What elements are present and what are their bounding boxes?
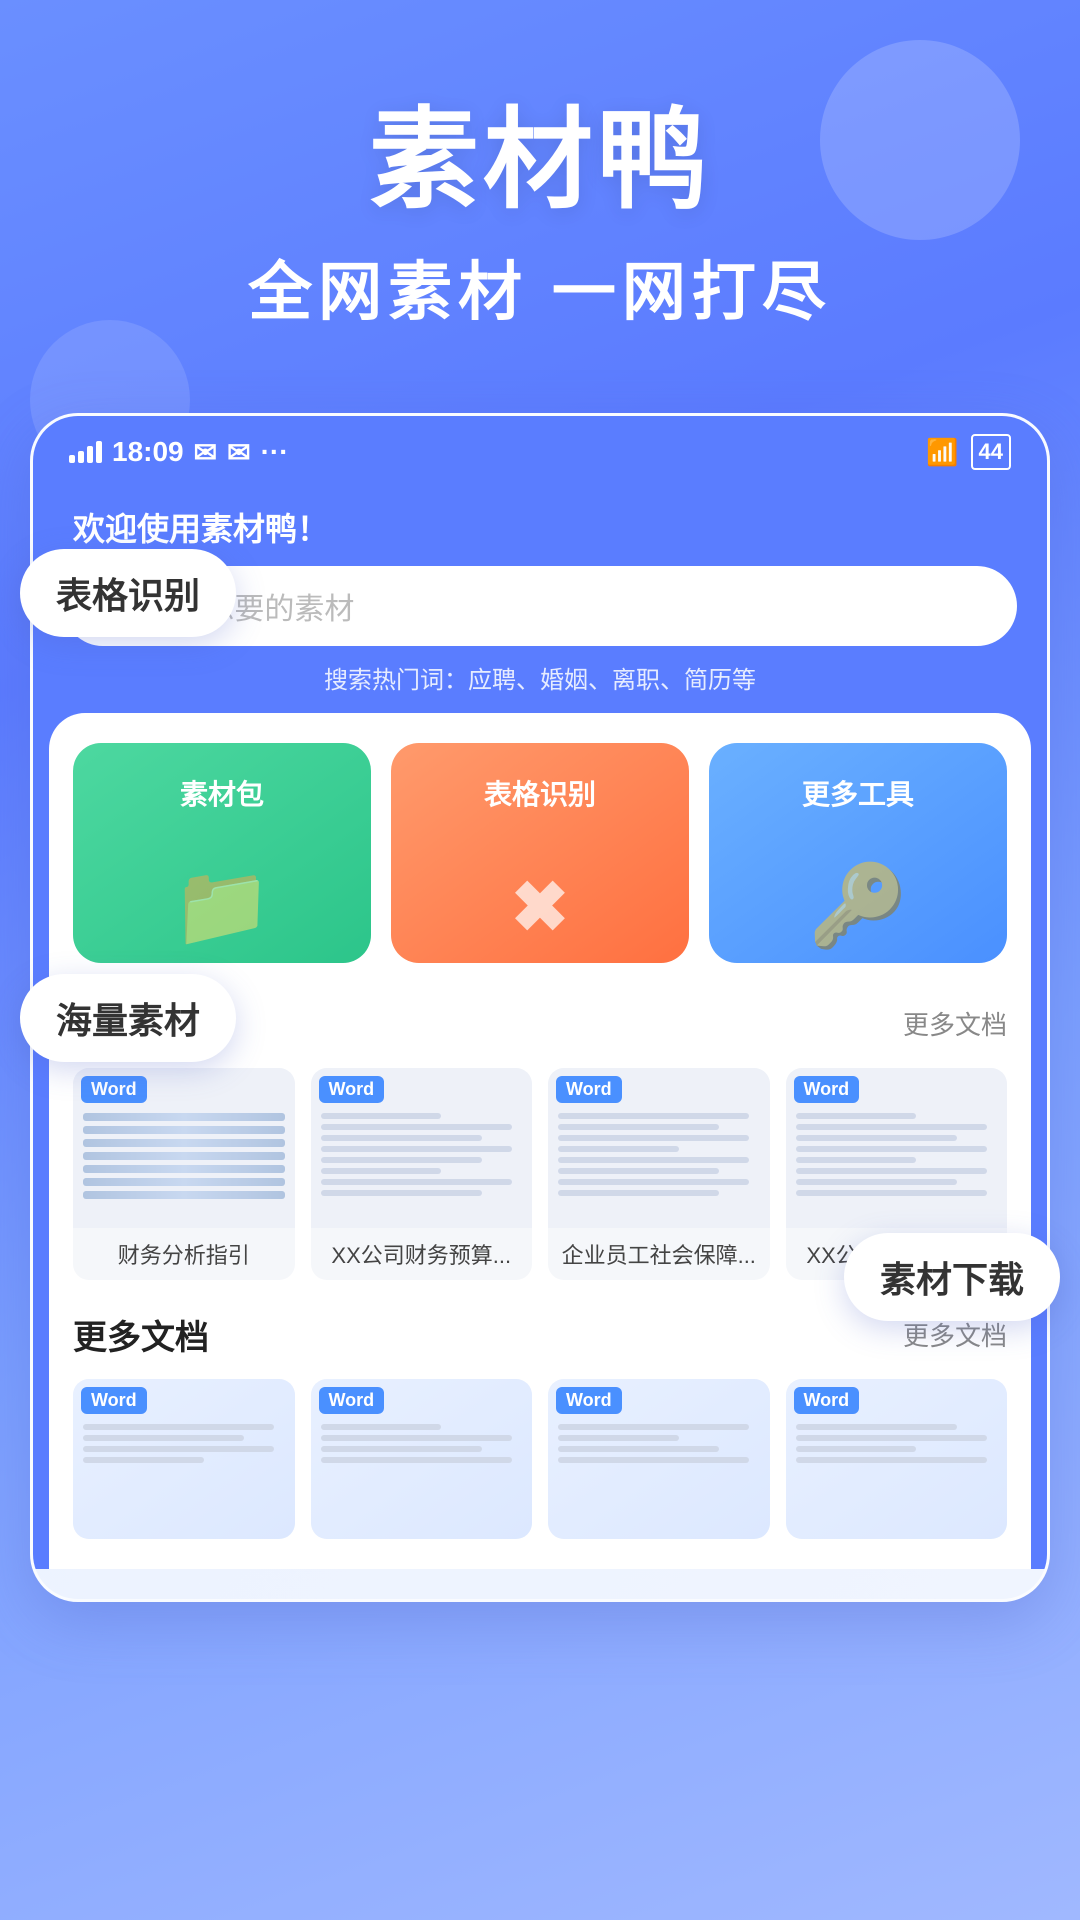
app-tagline: 全网素材 一网打尽 [60,241,1020,333]
more-word-badge-1: Word [81,1387,147,1414]
signal-icon [69,441,102,463]
wifi-icon: 📶 [926,437,958,468]
more-doc-thumbnail-3: Word [548,1379,770,1539]
doc-item-3[interactable]: Word 企业员工 [548,1068,770,1280]
doc-thumbnail-3: Word [548,1068,770,1228]
doc-item-1[interactable]: Word 财务分析指引 [73,1068,295,1280]
material-download-bubble: 素材下载 [844,1233,1060,1321]
word-badge-4: Word [794,1076,860,1103]
doc-thumbnail-2: Word [311,1068,533,1228]
doc-name-3: 企业员工社会保障... [548,1228,770,1280]
status-right: 📶 44 [926,434,1011,470]
feature-grid: 素材包 📁 表格识别 ✖ 更多工具 🔑 [73,743,1007,963]
more-doc-thumbnail-2: Word [311,1379,533,1539]
table-icon: ✖ [511,866,570,948]
doc-item-2[interactable]: Word XX公司 [311,1068,533,1280]
doc-thumbnail-4: Word [786,1068,1008,1228]
more-docs-grid: Word Word [73,1379,1007,1539]
feature-table-recognition-label: 表格识别 [484,773,596,813]
more-doc-thumbnail-1: Word [73,1379,295,1539]
email-icon: ✉ [194,436,217,469]
hero-section: 素材鸭 全网素材 一网打尽 [0,0,1080,373]
feature-more-tools-label: 更多工具 [802,773,914,813]
search-hot-keywords: 搜索热门词：应聘、婚姻、离职、简历等 [33,646,1047,713]
more-doc-item-2[interactable]: Word [311,1379,533,1539]
status-bar: 18:09 ✉ ✉ ··· 📶 44 [33,416,1047,480]
main-card: 素材包 📁 表格识别 ✖ 更多工具 🔑 免费文档 更多文档 [49,713,1031,1569]
doc-name-1: 财务分析指引 [73,1228,295,1280]
more-docs-section: 更多文档 更多文档 Word [73,1310,1007,1539]
more-docs-title: 更多文档 [73,1310,209,1359]
feature-material-pack[interactable]: 素材包 📁 [73,743,371,963]
mass-material-bubble: 海量素材 [20,974,236,1062]
free-docs-more[interactable]: 更多文档 [903,1005,1007,1042]
more-docs-header: 更多文档 更多文档 [73,1310,1007,1359]
more-docs-more[interactable]: 更多文档 [903,1316,1007,1353]
more-word-badge-4: Word [794,1387,860,1414]
status-left: 18:09 ✉ ✉ ··· [69,436,289,469]
more-doc-item-4[interactable]: Word [786,1379,1008,1539]
word-badge-1: Word [81,1076,147,1103]
email-icon-2: ✉ [227,436,250,469]
battery-indicator: 44 [971,434,1011,470]
status-time: 18:09 [112,436,184,468]
more-doc-thumbnail-4: Word [786,1379,1008,1539]
tools-icon: 🔑 [808,859,908,953]
search-input[interactable]: 搜索想要的素材 [144,584,987,628]
feature-table-recognition[interactable]: 表格识别 ✖ [391,743,689,963]
dots-icon: ··· [261,436,289,468]
word-badge-2: Word [319,1076,385,1103]
feature-material-pack-label: 素材包 [180,773,264,813]
feature-more-tools[interactable]: 更多工具 🔑 [709,743,1007,963]
more-doc-item-1[interactable]: Word [73,1379,295,1539]
table-recognition-bubble: 表格识别 [20,549,236,637]
phone-mockup-wrapper: 表格识别 素材下载 海量素材 18:09 ✉ ✉ ··· 📶 44 [30,413,1050,1602]
more-word-badge-3: Word [556,1387,622,1414]
doc-name-2: XX公司财务预算... [311,1228,533,1280]
more-doc-item-3[interactable]: Word [548,1379,770,1539]
folder-icon: 📁 [172,859,272,953]
word-badge-3: Word [556,1076,622,1103]
doc-thumbnail-1: Word [73,1068,295,1228]
app-title: 素材鸭 [60,100,1020,221]
more-word-badge-2: Word [319,1387,385,1414]
